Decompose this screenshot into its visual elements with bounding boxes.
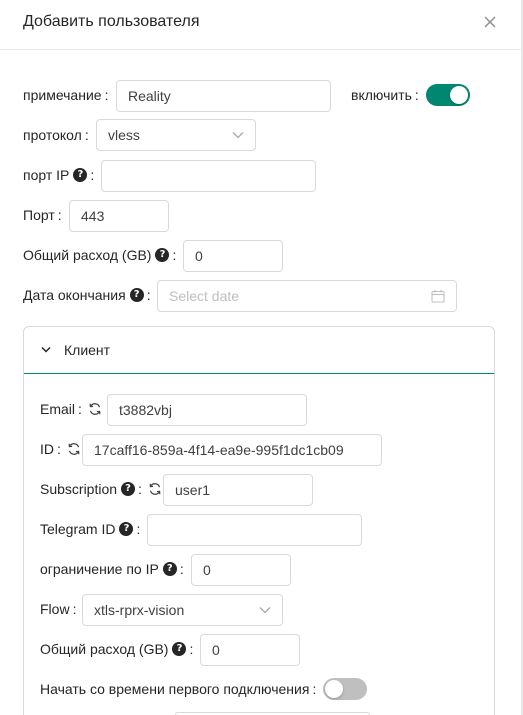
protocol-label: протокол: <box>23 127 89 143</box>
question-circle-icon[interactable]: ? <box>155 248 170 262</box>
port-ip-label: порт IP ?: <box>23 167 95 183</box>
client-start-after-label: Начать со времени первого подключения: <box>40 681 317 697</box>
calendar-icon <box>431 290 445 303</box>
question-circle-icon[interactable]: ? <box>162 562 177 576</box>
question-circle-icon[interactable]: ? <box>172 642 187 656</box>
client-panel-header[interactable]: Клиент <box>24 327 494 374</box>
client-flow-select[interactable]: xtls-rprx-vision <box>82 594 283 626</box>
client-flow-value: xtls-rprx-vision <box>94 602 185 618</box>
question-circle-icon[interactable]: ? <box>119 522 134 536</box>
total-traffic-input[interactable] <box>183 240 283 272</box>
client-flow-label: Flow: <box>40 601 77 617</box>
close-icon[interactable] <box>481 13 499 31</box>
client-telegram-input[interactable] <box>147 514 362 546</box>
client-total-traffic-input[interactable] <box>200 634 300 666</box>
expiry-date-input[interactable] <box>157 280 457 312</box>
expiry-label: Дата окончания ?: <box>23 287 151 303</box>
sync-icon[interactable] <box>148 482 162 496</box>
sync-icon[interactable] <box>88 402 102 416</box>
chevron-down-icon <box>41 346 51 353</box>
expiry-date-picker[interactable] <box>157 280 457 312</box>
dialog-title: Добавить пользователя <box>23 13 200 30</box>
client-start-after-toggle[interactable] <box>323 678 367 700</box>
enable-toggle[interactable] <box>426 84 470 106</box>
client-email-label: Email: <box>40 401 102 417</box>
sync-icon[interactable] <box>67 442 81 456</box>
toggle-knob <box>325 680 343 698</box>
client-id-label: ID: <box>40 441 81 457</box>
client-ip-limit-input[interactable] <box>191 554 291 586</box>
client-id-input[interactable] <box>82 434 382 466</box>
enable-label: включить: <box>351 87 419 103</box>
client-subscription-input[interactable] <box>163 474 313 506</box>
client-subscription-label: Subscription ?: <box>40 481 162 497</box>
port-input[interactable] <box>69 200 169 232</box>
question-circle-icon[interactable]: ? <box>121 482 136 496</box>
question-circle-icon[interactable]: ? <box>129 288 144 302</box>
protocol-select[interactable]: vless <box>96 119 256 151</box>
client-email-input[interactable] <box>107 394 307 426</box>
client-telegram-label: Telegram ID ?: <box>40 521 141 537</box>
total-traffic-label: Общий расход (GB) ?: <box>23 247 177 263</box>
client-ip-limit-label: ограничение по IP ?: <box>40 561 184 577</box>
port-label: Порт: <box>23 207 62 223</box>
question-circle-icon[interactable]: ? <box>73 168 88 182</box>
note-label: примечание: <box>23 87 109 103</box>
toggle-knob <box>450 86 468 104</box>
protocol-value: vless <box>108 127 140 143</box>
port-ip-input[interactable] <box>101 160 316 192</box>
add-user-dialog: Добавить пользователя примечание: включи… <box>0 0 523 715</box>
client-panel-title: Клиент <box>64 342 111 358</box>
chevron-down-icon <box>232 132 244 139</box>
client-total-traffic-label: Общий расход (GB) ?: <box>40 641 194 657</box>
chevron-down-icon <box>259 607 271 614</box>
note-input[interactable] <box>116 80 331 112</box>
dialog-header: Добавить пользователя <box>0 0 521 50</box>
